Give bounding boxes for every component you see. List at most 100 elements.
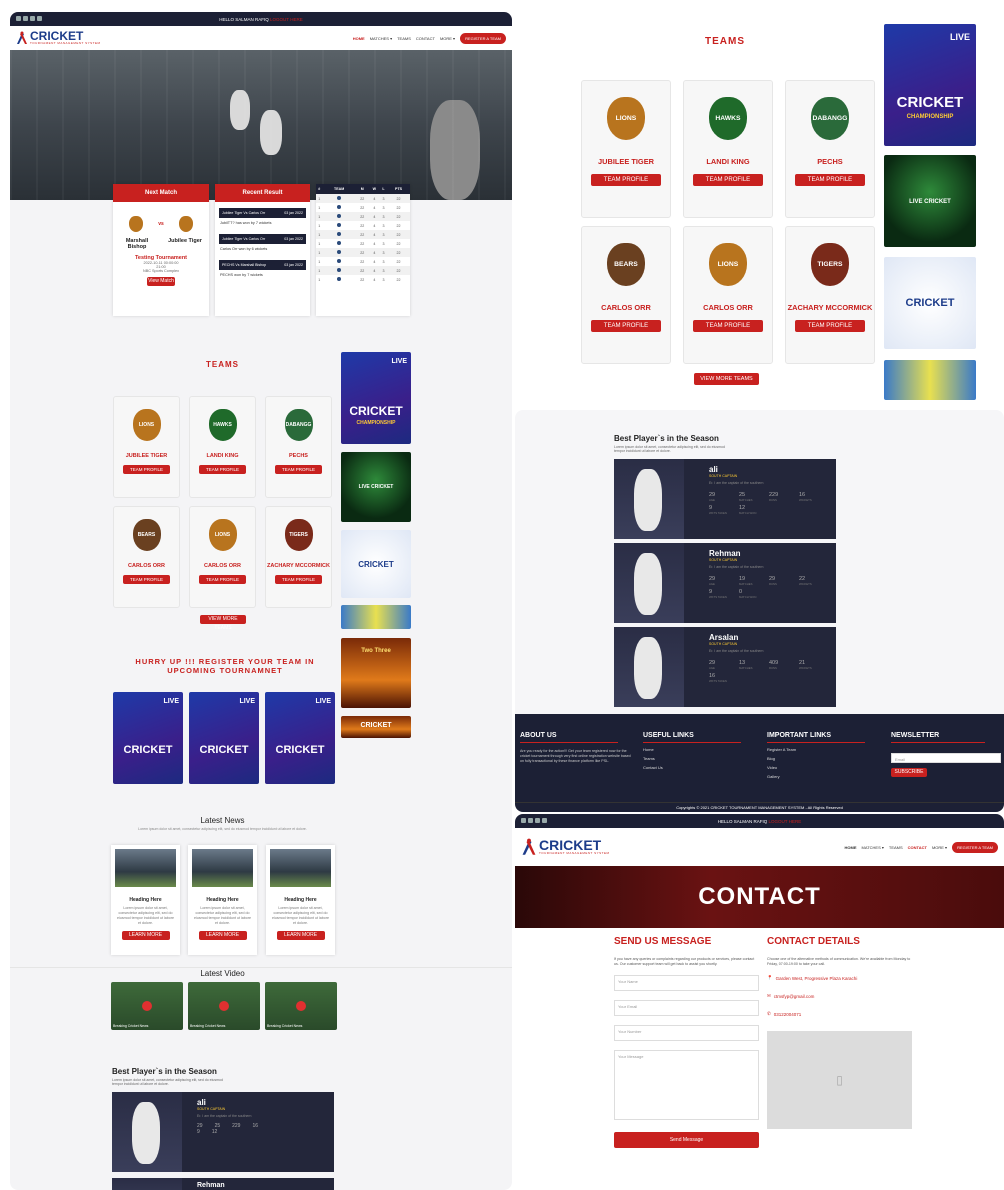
footer-link[interactable]: Blog xyxy=(767,756,882,761)
subscribe-button[interactable]: SUBSCRIBE xyxy=(891,768,927,777)
email-link[interactable]: ctmsfyp@gmail.com xyxy=(774,994,815,999)
logout-link[interactable]: LOGOUT HERE xyxy=(270,17,303,22)
menu-contact[interactable]: CONTACT xyxy=(908,845,927,850)
team-logo-icon xyxy=(337,214,342,218)
twitter-icon[interactable] xyxy=(528,818,533,823)
map-placeholder: ▯ xyxy=(767,1031,912,1129)
footer-link[interactable]: Register A Team xyxy=(767,747,882,752)
menu-matches[interactable]: MATCHES ▾ xyxy=(370,36,392,41)
site-logo[interactable]: CRICKET TOURNAMENT MANAGEMENT SYSTEM xyxy=(16,30,101,45)
points-row: 1 22 4 3 22 xyxy=(316,239,410,248)
player-stat: 229 RUNS xyxy=(769,492,779,502)
menu-contact[interactable]: CONTACT xyxy=(416,36,435,41)
menu-home[interactable]: HOME xyxy=(845,845,857,850)
team-profile-button[interactable]: TEAM PROFILE xyxy=(123,575,170,584)
name-input[interactable]: Your Name xyxy=(614,975,759,991)
points-row: 1 22 4 3 22 xyxy=(316,212,410,221)
video-thumb[interactable]: Breaking Cricket News xyxy=(188,982,260,1030)
facebook-icon[interactable] xyxy=(521,818,526,823)
view-match-button[interactable]: View Match xyxy=(147,277,175,286)
team-profile-button[interactable]: TEAM PROFILE xyxy=(693,319,763,332)
team-logo: TIGERS xyxy=(811,243,849,287)
team-profile-button[interactable]: TEAM PROFILE xyxy=(199,575,246,584)
team-profile-button[interactable]: TEAM PROFILE xyxy=(199,465,246,474)
play-icon[interactable] xyxy=(142,1001,152,1012)
twitter-icon[interactable] xyxy=(23,16,28,21)
recent-result-card: Recent Result Jubilee Tiger Vs Carlos Or… xyxy=(215,184,310,316)
location-icon: 📍 xyxy=(767,975,773,980)
result-item: PECHS Vs Marshall Bishop 03 jan 2022 xyxy=(219,260,306,270)
learn-more-button[interactable]: LEARN MORE xyxy=(121,931,170,940)
points-cell: 22 xyxy=(387,221,410,230)
message-textarea[interactable]: Your Message xyxy=(614,1050,759,1120)
team-profile-button[interactable]: TEAM PROFILE xyxy=(591,173,661,186)
menu-teams[interactable]: TEAMS xyxy=(397,36,411,41)
championship-poster-2: CRICKET LIVE xyxy=(189,692,259,784)
points-cell xyxy=(322,248,356,257)
team-profile-button[interactable]: TEAM PROFILE xyxy=(275,575,322,584)
team-name: ZACHARY MCCORMICK xyxy=(787,302,873,312)
instagram-icon[interactable] xyxy=(535,818,540,823)
team-card: HAWKS LANDI KING TEAM PROFILE xyxy=(189,396,256,498)
menu-home[interactable]: HOME xyxy=(353,36,365,41)
team-profile-button[interactable]: TEAM PROFILE xyxy=(123,465,170,474)
view-more-teams-button[interactable]: VIEW MORE TEAMS xyxy=(200,615,246,631)
facebook-icon[interactable] xyxy=(16,16,21,21)
site-footer: ABOUT US Are you ready for the action!!!… xyxy=(515,714,1004,812)
result-teams: Jubilee Tiger Vs Carlos Orr xyxy=(222,237,266,241)
learn-more-button[interactable]: LEARN MORE xyxy=(198,931,247,940)
newsletter-email-input[interactable]: Email xyxy=(891,753,1001,763)
footer-link[interactable]: Teams xyxy=(643,756,758,761)
logout-link[interactable]: LOGOUT HERE xyxy=(769,819,802,824)
mail-icon[interactable] xyxy=(37,16,42,21)
register-team-button[interactable]: REGISTER A TEAM xyxy=(460,32,506,44)
play-icon[interactable] xyxy=(219,1001,229,1012)
points-cell xyxy=(322,275,356,284)
top-bar: HELLO SALMAN RAFIQ LOGOUT HERE xyxy=(515,814,1004,828)
menu-more[interactable]: MORE ▾ xyxy=(932,845,947,850)
points-cell: 3 xyxy=(379,230,388,239)
points-header: M xyxy=(355,184,369,194)
team-profile-button[interactable]: TEAM PROFILE xyxy=(795,319,865,332)
points-cell: 22 xyxy=(355,248,369,257)
email-input[interactable]: Your Email xyxy=(614,1000,759,1016)
team-profile-button[interactable]: TEAM PROFILE xyxy=(591,319,661,332)
menu-matches[interactable]: MATCHES ▾ xyxy=(862,845,884,850)
player-desc: Er. I am the captain of the southern xyxy=(709,649,764,653)
footer-link[interactable]: Home xyxy=(643,747,758,752)
send-message-button[interactable]: Send Message xyxy=(614,1132,759,1148)
register-team-button[interactable]: REGISTER A TEAM xyxy=(952,841,998,853)
menu-teams[interactable]: TEAMS xyxy=(889,845,903,850)
play-icon[interactable] xyxy=(296,1001,306,1012)
player-stat: 29 AGE xyxy=(709,660,716,670)
footer-link[interactable]: Contact Us xyxy=(643,765,758,770)
mail-icon[interactable] xyxy=(542,818,547,823)
player-stat: 16 WKTS TAKEN xyxy=(709,673,727,683)
team-logo-icon xyxy=(337,223,342,227)
contact-banner: CONTACT xyxy=(515,866,1004,928)
cricket-bat-icon xyxy=(522,838,536,855)
learn-more-button[interactable]: LEARN MORE xyxy=(276,931,325,940)
team-profile-button[interactable]: TEAM PROFILE xyxy=(693,173,763,186)
team-profile-button[interactable]: TEAM PROFILE xyxy=(795,173,865,186)
points-cell: 3 xyxy=(379,203,388,212)
menu-more[interactable]: MORE ▾ xyxy=(440,36,455,41)
footer-link[interactable]: Gallery xyxy=(767,774,882,779)
instagram-icon[interactable] xyxy=(30,16,35,21)
site-logo[interactable]: CRICKET TOURNAMENT MANAGEMENT SYSTEM xyxy=(521,838,610,856)
team2-name: Jubilee Tiger xyxy=(168,238,202,244)
player-figure xyxy=(634,553,662,615)
footer-link[interactable]: Video xyxy=(767,765,882,770)
phone-icon: ✆ xyxy=(767,1011,771,1016)
view-more-teams-button[interactable]: VIEW MORE TEAMS xyxy=(694,373,759,385)
points-cell: 22 xyxy=(355,266,369,275)
points-cell: 3 xyxy=(379,212,388,221)
video-thumb[interactable]: Breaking Cricket News xyxy=(265,982,337,1030)
team-logo-text: LIONS xyxy=(615,115,637,123)
video-thumb[interactable]: Breaking Cricket News xyxy=(111,982,183,1030)
footer-useful-links: Home Teams Contact Us xyxy=(643,747,758,770)
player-role: SOUTH CAPTAIN xyxy=(709,642,738,646)
phone-link[interactable]: 03122004071 xyxy=(774,1012,802,1017)
team-profile-button[interactable]: TEAM PROFILE xyxy=(275,465,322,474)
number-input[interactable]: Your Number xyxy=(614,1025,759,1041)
